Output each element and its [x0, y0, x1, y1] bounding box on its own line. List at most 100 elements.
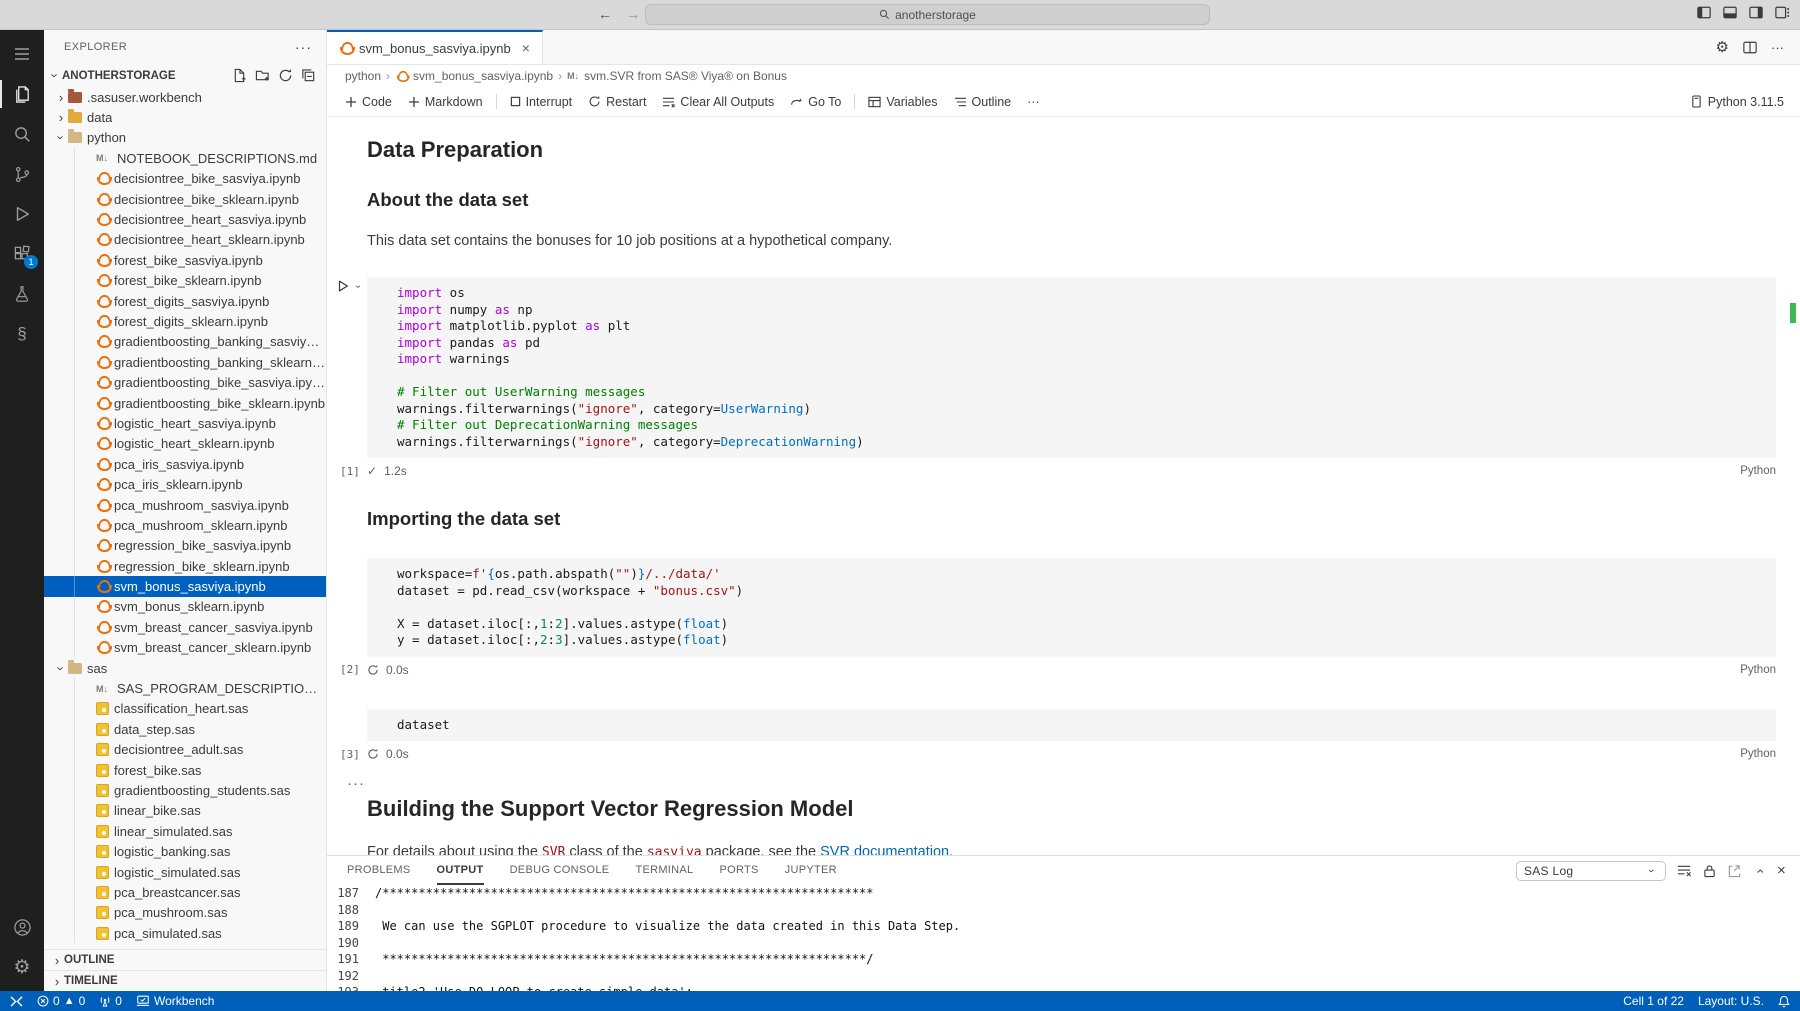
- panel-tab-output[interactable]: OUTPUT: [437, 856, 484, 885]
- tree-item-data[interactable]: ›data: [44, 107, 326, 127]
- notebook-editor[interactable]: Data Preparation About the data set This…: [327, 117, 1800, 855]
- tree-item-linear_simulated.sas[interactable]: linear_simulated.sas: [44, 821, 326, 841]
- panel-tab-jupyter[interactable]: JUPYTER: [785, 856, 837, 885]
- ports-indicator[interactable]: 0: [99, 994, 122, 1008]
- svr-documentation-link[interactable]: SVR documentation: [820, 844, 949, 855]
- goto-button[interactable]: Go To: [782, 91, 849, 113]
- tree-item-SAS_PROGRAM_DESCRIPTIONS.md[interactable]: M↓SAS_PROGRAM_DESCRIPTIONS.md: [44, 678, 326, 698]
- history-back-icon[interactable]: ←: [598, 6, 612, 22]
- tree-item-forest_bike_sklearn.ipynb[interactable]: forest_bike_sklearn.ipynb: [44, 271, 326, 291]
- variables-button[interactable]: Variables: [860, 91, 945, 113]
- tree-item-gradientboosting_banking_sklearn.ipynb[interactable]: gradientboosting_banking_sklearn.ipynb: [44, 352, 326, 372]
- kernel-picker[interactable]: Python 3.11.5: [1691, 95, 1800, 109]
- restart-button[interactable]: Restart: [580, 91, 654, 113]
- close-panel-icon[interactable]: ×: [1777, 862, 1786, 879]
- testing-icon[interactable]: [0, 274, 44, 314]
- tree-item-gradientboosting_bike_sklearn.ipynb[interactable]: gradientboosting_bike_sklearn.ipynb: [44, 393, 326, 413]
- sas-extension-icon[interactable]: §: [0, 314, 44, 354]
- new-file-icon[interactable]: [232, 68, 247, 83]
- explorer-more-icon[interactable]: ···: [295, 39, 312, 55]
- cell-language-picker[interactable]: Python: [1740, 664, 1776, 676]
- tree-item-sas[interactable]: ›sas: [44, 658, 326, 678]
- outline-button[interactable]: Outline: [946, 91, 1020, 113]
- problems-indicator[interactable]: 0 ▲ 0: [37, 994, 85, 1008]
- open-log-in-editor-icon[interactable]: [1727, 864, 1741, 878]
- collapsed-cells-indicator[interactable]: ···: [347, 775, 1800, 792]
- panel-tab-terminal[interactable]: TERMINAL: [635, 856, 693, 885]
- toggle-sidebar-icon[interactable]: [1697, 6, 1711, 19]
- cell-language-picker[interactable]: Python: [1740, 465, 1776, 477]
- workbench-indicator[interactable]: Workbench: [136, 994, 214, 1008]
- tree-item-forest_bike.sas[interactable]: forest_bike.sas: [44, 760, 326, 780]
- cell-code-editor[interactable]: workspace=f'{os.path.abspath("")}/../dat…: [367, 558, 1776, 657]
- toggle-secondary-sidebar-icon[interactable]: [1749, 6, 1763, 19]
- workspace-section-header[interactable]: › ANOTHERSTORAGE: [44, 64, 326, 87]
- tree-item-pca_simulated.sas[interactable]: pca_simulated.sas: [44, 923, 326, 943]
- breadcrumb-folder[interactable]: python: [345, 69, 381, 83]
- toolbar-more-icon[interactable]: ···: [1019, 91, 1048, 113]
- clear-all-outputs-button[interactable]: Clear All Outputs: [654, 91, 782, 113]
- tree-item-pca_mushroom.sas[interactable]: pca_mushroom.sas: [44, 903, 326, 923]
- tree-item-pca_mushroom_sasviya.ipynb[interactable]: pca_mushroom_sasviya.ipynb: [44, 495, 326, 515]
- maximize-panel-icon[interactable]: ›: [1751, 864, 1767, 878]
- tree-item-decisiontree_heart_sasviya.ipynb[interactable]: decisiontree_heart_sasviya.ipynb: [44, 209, 326, 229]
- account-icon[interactable]: [0, 907, 44, 947]
- tree-item-pca_mushroom_sklearn.ipynb[interactable]: pca_mushroom_sklearn.ipynb: [44, 515, 326, 535]
- tree-item-svm_breast_cancer_sasviya.ipynb[interactable]: svm_breast_cancer_sasviya.ipynb: [44, 617, 326, 637]
- tree-item-gradientboosting_students.sas[interactable]: gradientboosting_students.sas: [44, 780, 326, 800]
- output-channel-select[interactable]: SAS Log ›: [1516, 861, 1666, 881]
- cell-code-editor[interactable]: dataset: [367, 709, 1776, 742]
- tree-item-linear_bike.sas[interactable]: linear_bike.sas: [44, 801, 326, 821]
- tree-item-pca_iris_sasviya.ipynb[interactable]: pca_iris_sasviya.ipynb: [44, 454, 326, 474]
- add-code-cell-button[interactable]: Code: [337, 91, 400, 113]
- tree-item-python[interactable]: ›python: [44, 128, 326, 148]
- tree-item-decisiontree_heart_sklearn.ipynb[interactable]: decisiontree_heart_sklearn.ipynb: [44, 230, 326, 250]
- cell-indicator[interactable]: Cell 1 of 22: [1623, 994, 1684, 1008]
- layout-indicator[interactable]: Layout: U.S.: [1698, 994, 1764, 1008]
- tree-item-data_step.sas[interactable]: data_step.sas: [44, 719, 326, 739]
- command-center-search[interactable]: anotherstorage: [645, 4, 1210, 25]
- tree-item-pca_breastcancer.sas[interactable]: pca_breastcancer.sas: [44, 882, 326, 902]
- tree-item-classification_heart.sas[interactable]: classification_heart.sas: [44, 699, 326, 719]
- extensions-icon[interactable]: 1: [0, 234, 44, 274]
- panel-tab-ports[interactable]: PORTS: [719, 856, 758, 885]
- tab-svm-bonus-sasviya[interactable]: svm_bonus_sasviya.ipynb ×: [327, 30, 543, 64]
- panel-tab-problems[interactable]: PROBLEMS: [347, 856, 411, 885]
- tree-item-forest_bike_sasviya.ipynb[interactable]: forest_bike_sasviya.ipynb: [44, 250, 326, 270]
- breadcrumb-file[interactable]: svm_bonus_sasviya.ipynb: [413, 69, 553, 83]
- tree-item-decisiontree_bike_sasviya.ipynb[interactable]: decisiontree_bike_sasviya.ipynb: [44, 169, 326, 189]
- tree-item-svm_bonus_sklearn.ipynb[interactable]: svm_bonus_sklearn.ipynb: [44, 597, 326, 617]
- search-view-icon[interactable]: [0, 114, 44, 154]
- timeline-section[interactable]: › TIMELINE: [44, 970, 326, 991]
- editor-settings-icon[interactable]: ⚙: [1716, 40, 1729, 55]
- history-forward-icon[interactable]: →: [626, 6, 640, 22]
- tree-item-regression_bike_sasviya.ipynb[interactable]: regression_bike_sasviya.ipynb: [44, 536, 326, 556]
- tree-item-svm_breast_cancer_sklearn.ipynb[interactable]: svm_breast_cancer_sklearn.ipynb: [44, 638, 326, 658]
- tree-item-logistic_simulated.sas[interactable]: logistic_simulated.sas: [44, 862, 326, 882]
- menu-icon[interactable]: [0, 34, 44, 74]
- tree-item-svm_bonus_sasviya.ipynb[interactable]: svm_bonus_sasviya.ipynb: [44, 576, 326, 596]
- tree-item-logistic_heart_sasviya.ipynb[interactable]: logistic_heart_sasviya.ipynb: [44, 413, 326, 433]
- refresh-icon[interactable]: [278, 68, 293, 83]
- run-cell-button[interactable]: ›: [336, 279, 365, 293]
- tree-item-gradientboosting_bike_sasviya.ipynb[interactable]: gradientboosting_bike_sasviya.ipynb: [44, 372, 326, 392]
- tree-item-decisiontree_bike_sklearn.ipynb[interactable]: decisiontree_bike_sklearn.ipynb: [44, 189, 326, 209]
- cell-language-picker[interactable]: Python: [1740, 748, 1776, 760]
- breadcrumb-cell[interactable]: svm.SVR from SAS® Viya® on Bonus: [584, 69, 787, 83]
- settings-gear-icon[interactable]: ⚙: [0, 947, 44, 987]
- source-control-icon[interactable]: [0, 154, 44, 194]
- new-folder-icon[interactable]: [255, 68, 270, 83]
- customize-layout-icon[interactable]: [1775, 6, 1790, 19]
- interrupt-button[interactable]: Interrupt: [502, 91, 581, 113]
- outline-section[interactable]: › OUTLINE: [44, 949, 326, 970]
- tree-item-regression_bike_sklearn.ipynb[interactable]: regression_bike_sklearn.ipynb: [44, 556, 326, 576]
- cell-code-editor[interactable]: import osimport numpy as npimport matplo…: [367, 277, 1776, 458]
- split-editor-icon[interactable]: [1743, 41, 1757, 54]
- explorer-icon[interactable]: [0, 74, 44, 114]
- run-debug-icon[interactable]: [0, 194, 44, 234]
- clear-output-icon[interactable]: [1677, 864, 1692, 877]
- collapse-folders-icon[interactable]: [301, 68, 316, 83]
- lock-scroll-icon[interactable]: [1703, 864, 1716, 878]
- output-log[interactable]: 187/************************************…: [327, 885, 1800, 991]
- editor-more-actions-icon[interactable]: ···: [1771, 40, 1784, 55]
